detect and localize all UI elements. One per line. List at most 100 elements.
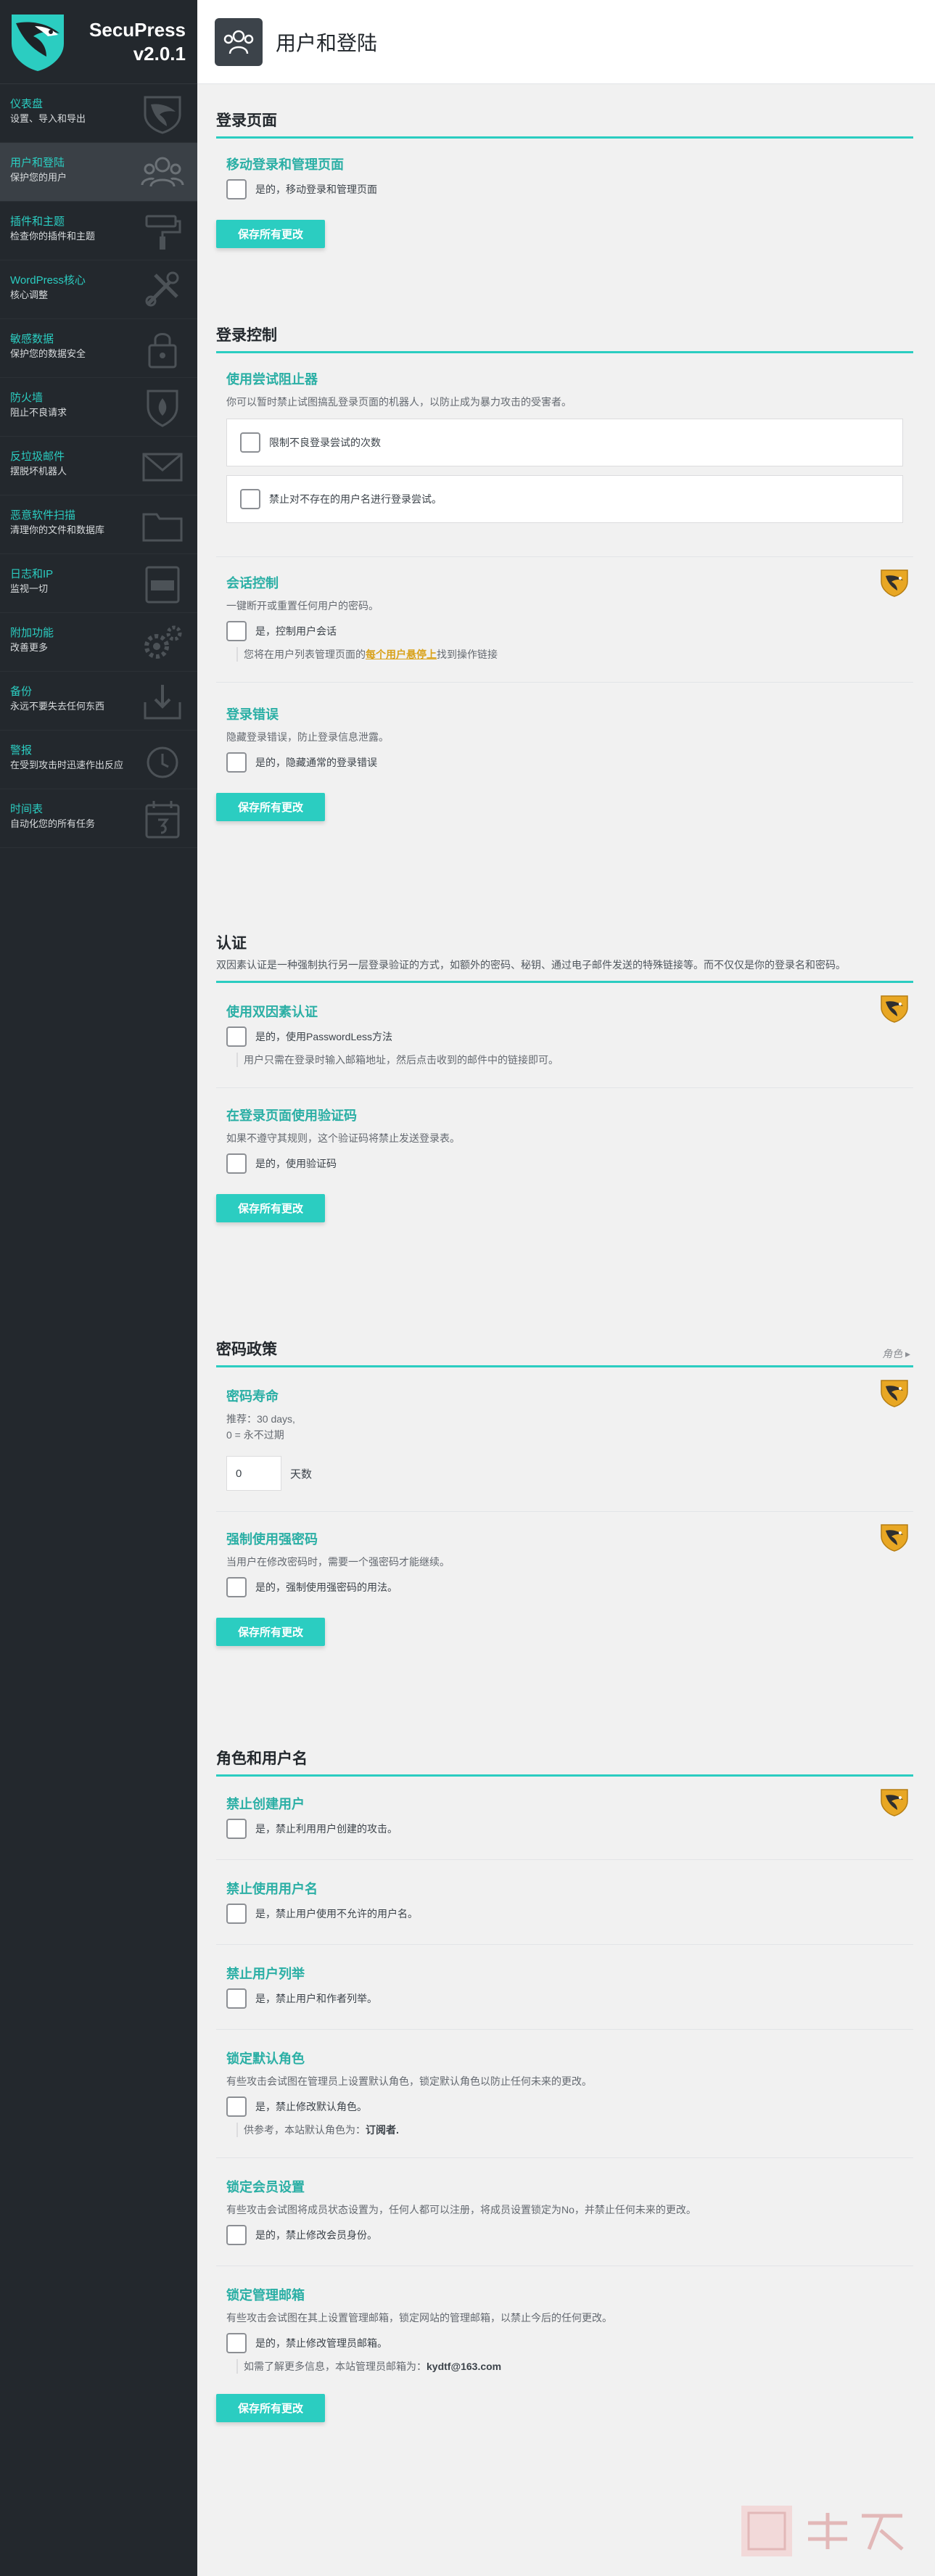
- pro-badge-icon: [878, 993, 910, 1024]
- sidebar-item-dashboard[interactable]: 仪表盘 设置、导入和导出: [0, 84, 197, 143]
- section-title: 角色和用户名: [216, 1750, 308, 1767]
- setting-block-user-creation: 禁止创建用户 是，禁止利用用户创建的攻击。: [216, 1777, 913, 1860]
- section-login-page: 登录页面 移动登录和管理页面 是的，移动登录和管理页面 保存所有更改: [216, 109, 913, 248]
- section-title: 登录控制: [216, 327, 277, 344]
- paint-roller-icon: [145, 215, 181, 250]
- pro-badge-icon: [878, 1378, 910, 1408]
- firewall-icon: [147, 390, 178, 427]
- sidebar-item-wordpress-core[interactable]: WordPress核心 核心调整: [0, 260, 197, 319]
- checkbox[interactable]: [240, 489, 260, 509]
- hide-login-errors-checkbox[interactable]: 是的，隐藏通常的登录错误: [226, 752, 903, 773]
- sidebar-item-antispam[interactable]: 反垃圾邮件 摆脱坏机器人: [0, 437, 197, 495]
- setting-move-login: 移动登录和管理页面 是的，移动登录和管理页面: [216, 139, 913, 220]
- setting-lock-admin-email: 锁定管理邮箱 有些攻击会试图在其上设置管理邮箱，锁定网站的管理邮箱，以禁止今后的…: [216, 2266, 913, 2394]
- section-title: 认证: [216, 935, 247, 952]
- calendar-icon: [145, 801, 180, 839]
- checkbox[interactable]: [226, 179, 247, 199]
- setting-login-errors: 登录错误 隐藏登录错误，防止登录信息泄露。 是的，隐藏通常的登录错误: [216, 683, 913, 793]
- checkbox[interactable]: [226, 1577, 247, 1597]
- setting-lock-membership: 锁定会员设置 有些攻击会试图将成员状态设置为，任何人都可以注册，将成员设置锁定为…: [216, 2158, 913, 2266]
- setting-block-user-enum: 禁止用户列举 是，禁止用户和作者列举。: [216, 1945, 913, 2030]
- setting-session-control: 会话控制 一键断开或重置任何用户的密码。 是，控制用户会话 您将在用户列表管理页…: [216, 557, 913, 683]
- setting-password-lifespan: 密码寿命 推荐：30 days, 0 = 永不过期 天数: [216, 1367, 913, 1512]
- setting-strong-password: 强制使用强密码 当用户在修改密码时，需要一个强密码才能继续。 是的，强制使用强密…: [216, 1512, 913, 1618]
- checkbox[interactable]: [240, 432, 260, 453]
- log-icon: [145, 566, 180, 604]
- move-login-checkbox[interactable]: 是的，移动登录和管理页面: [226, 179, 903, 199]
- session-note: 您将在用户列表管理页面的每个用户悬停上找到操作链接: [236, 647, 903, 662]
- section-login-control: 登录控制 使用尝试阻止器 你可以暂时禁止试图搞乱登录页面的机器人，以防止成为暴力…: [216, 324, 913, 821]
- hover-link[interactable]: 每个用户悬停上: [366, 649, 437, 660]
- section-authentication: 认证 双因素认证是一种强制执行另一层登录验证的方式，如额外的密码、秘钥、通过电子…: [216, 931, 913, 1222]
- lock-default-role-checkbox[interactable]: 是，禁止修改默认角色。: [226, 2096, 903, 2117]
- sidebar-item-sensitive-data[interactable]: 敏感数据 保护您的数据安全: [0, 319, 197, 378]
- captcha-checkbox[interactable]: 是的，使用验证码: [226, 1153, 903, 1174]
- section-desc: 双因素认证是一种强制执行另一层登录验证的方式，如额外的密码、秘钥、通过电子邮件发…: [216, 959, 846, 971]
- shield-icon: [144, 96, 181, 134]
- checkbox[interactable]: [226, 752, 247, 773]
- sidebar-item-malware-scan[interactable]: 恶意软件扫描 清理你的文件和数据库: [0, 495, 197, 554]
- checkbox[interactable]: [226, 1153, 247, 1174]
- pro-badge-icon: [878, 567, 910, 598]
- brand[interactable]: SecuPress v2.0.1: [0, 0, 197, 84]
- sidebar-item-users[interactable]: 用户和登陆 保护您的用户: [0, 143, 197, 202]
- session-control-checkbox[interactable]: 是，控制用户会话: [226, 621, 903, 641]
- sidebar-item-schedules[interactable]: 时间表 自动化您的所有任务: [0, 789, 197, 848]
- section-password-policy: 密码政策 角色 ▸ 密码寿命 推荐：30 days, 0 = 永不过期 天数 强…: [216, 1338, 913, 1646]
- ban-nonexistent-users-checkbox[interactable]: 禁止对不存在的用户名进行登录尝试。: [240, 489, 889, 509]
- watermark-logo: [741, 2506, 904, 2556]
- lock-icon: [148, 333, 177, 369]
- section-title: 密码政策: [216, 1341, 277, 1358]
- block-user-creation-checkbox[interactable]: 是，禁止利用用户创建的攻击。: [226, 1819, 903, 1839]
- sidebar-item-addons[interactable]: 附加功能 改善更多: [0, 613, 197, 672]
- checkbox[interactable]: [226, 2333, 247, 2353]
- save-button[interactable]: 保存所有更改: [216, 793, 326, 821]
- checkbox[interactable]: [226, 1988, 247, 2009]
- passwordless-checkbox[interactable]: 是的，使用PasswordLess方法: [226, 1026, 903, 1047]
- users-header-icon: [215, 17, 263, 66]
- save-button[interactable]: 保存所有更改: [216, 1194, 326, 1222]
- brand-version: v2.0.1: [133, 42, 186, 65]
- setting-limit-login: 使用尝试阻止器 你可以暂时禁止试图搞乱登录页面的机器人，以防止成为暴力攻击的受害…: [216, 353, 913, 557]
- roles-toggle[interactable]: 角色 ▸: [882, 1346, 910, 1361]
- sidebar-item-firewall[interactable]: 防火墙 阻止不良请求: [0, 378, 197, 437]
- gears-icon: [144, 625, 182, 659]
- setting-block-usernames: 禁止使用用户名 是，禁止用户使用不允许的用户名。: [216, 1860, 913, 1945]
- setting-two-factor: 使用双因素认证 是的，使用PasswordLess方法 用户只需在登录时输入邮箱…: [216, 983, 913, 1088]
- section-roles-usernames: 角色和用户名 禁止创建用户 是，禁止利用用户创建的攻击。 禁止使用用户名 是，禁…: [216, 1747, 913, 2422]
- checkbox[interactable]: [226, 621, 247, 641]
- section-title: 登录页面: [216, 112, 277, 129]
- folder-icon: [142, 513, 183, 542]
- pro-badge-icon: [878, 1787, 910, 1817]
- sidebar-item-alerts[interactable]: 警报 在受到攻击时迅速作出反应: [0, 731, 197, 789]
- users-icon: [141, 157, 184, 187]
- page-header: 用户和登陆: [197, 0, 935, 84]
- alarm-icon: [147, 746, 178, 778]
- checkbox[interactable]: [226, 1819, 247, 1839]
- eagle-logo-icon: [12, 14, 64, 71]
- lock-membership-checkbox[interactable]: 是的，禁止修改会员身份。: [226, 2225, 903, 2245]
- setting-captcha: 在登录页面使用验证码 如果不遵守其规则，这个验证码将禁止发送登录表。 是的，使用…: [216, 1088, 913, 1194]
- save-button[interactable]: 保存所有更改: [216, 220, 326, 248]
- sidebar-item-backup[interactable]: 备份 永远不要失去任何东西: [0, 672, 197, 731]
- checkbox[interactable]: [226, 2096, 247, 2117]
- tools-icon: [145, 271, 179, 307]
- checkbox[interactable]: [226, 2225, 247, 2245]
- envelope-icon: [142, 453, 183, 482]
- password-lifespan-input[interactable]: [226, 1456, 281, 1491]
- pro-badge-icon: [878, 1522, 910, 1552]
- sidebar-item-logs-ip[interactable]: 日志和IP 监视一切: [0, 554, 197, 613]
- sidebar-item-plugins-themes[interactable]: 插件和主题 检查你的插件和主题: [0, 202, 197, 260]
- checkbox[interactable]: [226, 1904, 247, 1924]
- checkbox[interactable]: [226, 1026, 247, 1047]
- save-button[interactable]: 保存所有更改: [216, 2394, 326, 2422]
- sidebar: SecuPress v2.0.1 仪表盘 设置、导入和导出 用户和登陆 保护您的…: [0, 0, 197, 2576]
- limit-attempts-checkbox[interactable]: 限制不良登录尝试的次数: [240, 432, 889, 453]
- days-unit: 天数: [290, 1468, 313, 1481]
- strong-password-checkbox[interactable]: 是的，强制使用强密码的用法。: [226, 1577, 903, 1597]
- block-usernames-checkbox[interactable]: 是，禁止用户使用不允许的用户名。: [226, 1904, 903, 1924]
- block-user-enum-checkbox[interactable]: 是，禁止用户和作者列举。: [226, 1988, 903, 2009]
- lock-admin-email-checkbox[interactable]: 是的，禁止修改管理员邮箱。: [226, 2333, 903, 2353]
- page-title: 用户和登陆: [276, 31, 378, 54]
- save-button[interactable]: 保存所有更改: [216, 1618, 326, 1646]
